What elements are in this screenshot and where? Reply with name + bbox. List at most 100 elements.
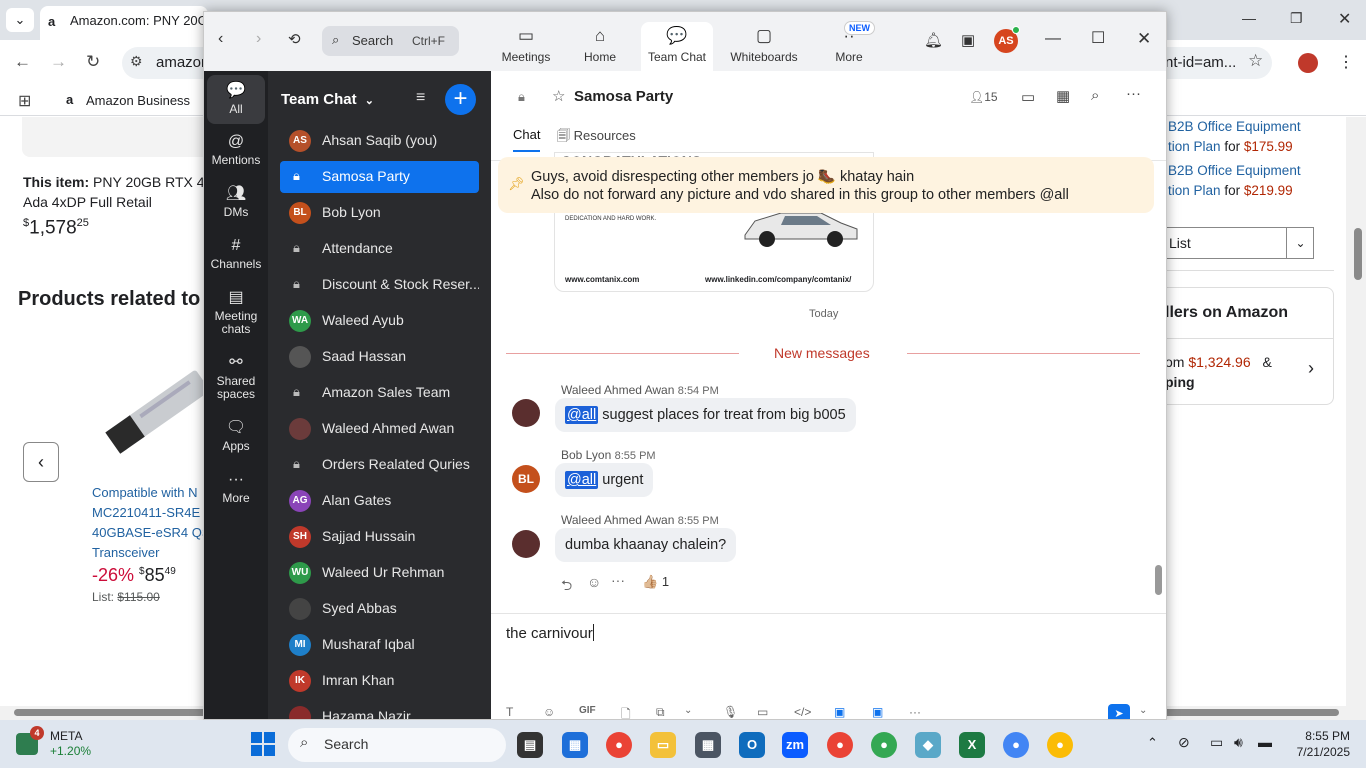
- rail-channels[interactable]: # Channels: [207, 238, 265, 271]
- screenshot-chevron-icon[interactable]: ⌄: [684, 705, 692, 716]
- rail-meeting-chats[interactable]: ▤ Meeting chats: [207, 290, 265, 336]
- calculator-icon[interactable]: ▦: [695, 732, 721, 758]
- chat-list-item[interactable]: AG Alan Gates: [280, 485, 479, 517]
- carousel-prev-icon[interactable]: ‹: [23, 442, 59, 482]
- stock-widget[interactable]: 4 META +1.20%: [16, 726, 91, 761]
- bookmark-amazon-business[interactable]: Amazon Business: [86, 93, 190, 108]
- chat-list-item[interactable]: Waleed Ahmed Awan: [280, 413, 479, 445]
- store-icon[interactable]: ▦: [562, 732, 588, 758]
- bell-icon[interactable]: 🔔︎: [924, 31, 943, 49]
- chrome-profile-4-icon[interactable]: ●: [1003, 732, 1029, 758]
- plan2-link-2[interactable]: tion Plan: [1168, 183, 1221, 198]
- volume-icon[interactable]: 🔊︎: [1234, 734, 1243, 751]
- schedule-icon[interactable]: ▦: [1056, 87, 1070, 105]
- send-button[interactable]: ➤: [1108, 704, 1130, 719]
- windows-start-icon[interactable]: [251, 732, 275, 756]
- rail-shared-spaces[interactable]: ⚯ Shared spaces: [207, 355, 265, 401]
- chat-list-item[interactable]: WU Waleed Ur Rehman: [280, 557, 479, 589]
- code-icon[interactable]: </>: [794, 705, 811, 719]
- mic-icon[interactable]: 🎙︎: [723, 705, 738, 719]
- chat-list-item[interactable]: AS Ahsan Saqib (you): [280, 125, 479, 157]
- avatar[interactable]: [512, 399, 540, 427]
- chrome-menu-icon[interactable]: ⋮: [1338, 52, 1354, 72]
- app-icon-2[interactable]: ▣: [872, 705, 883, 719]
- mention-all[interactable]: @all: [565, 471, 599, 489]
- mention-all[interactable]: @all: [565, 406, 599, 424]
- rail-all[interactable]: 💬 All: [207, 75, 265, 124]
- message-composer[interactable]: the carnivour T ☺ GIF 🗋︎ ⧉ ⌄ 🎙︎ ▭ </> ▣ …: [491, 613, 1166, 719]
- browser-tab-amazon[interactable]: a Amazon.com: PNY 20GB: [40, 6, 208, 40]
- composer-more-icon[interactable]: ···: [909, 705, 921, 719]
- message-bubble[interactable]: @all urgent: [555, 463, 654, 497]
- video-call-icon[interactable]: ▭: [1021, 88, 1035, 106]
- chat-list-item[interactable]: 🔒︎ Amazon Sales Team: [280, 377, 479, 409]
- profile-avatar-icon[interactable]: [1298, 53, 1318, 73]
- file-icon[interactable]: 🗋︎: [621, 705, 631, 719]
- zoom-search-input[interactable]: ⌕ Search Ctrl+F: [322, 26, 459, 56]
- chat-list-item[interactable]: WA Waleed Ayub: [280, 305, 479, 337]
- text-format-icon[interactable]: T: [506, 705, 513, 719]
- nav-whiteboards[interactable]: ▢ Whiteboards: [724, 22, 804, 71]
- members-count[interactable]: 👤︎15: [969, 90, 998, 104]
- rail-more[interactable]: ··· More: [207, 472, 265, 505]
- file-explorer-icon[interactable]: ▭: [650, 732, 676, 758]
- app-icon-1[interactable]: ▣: [834, 705, 845, 719]
- sellers-chevron-icon[interactable]: ›: [1308, 358, 1314, 379]
- channel-search-icon[interactable]: ⌕: [1091, 87, 1099, 104]
- message-bubble[interactable]: @all suggest places for treat from big b…: [555, 398, 856, 432]
- plan1-link-2[interactable]: tion Plan: [1168, 139, 1221, 154]
- bookmark-star-icon[interactable]: ☆: [1248, 51, 1263, 71]
- chat-list-item[interactable]: 🔒︎ Samosa Party: [280, 161, 479, 193]
- excel-icon[interactable]: X: [959, 732, 985, 758]
- chrome-profile-3-icon[interactable]: ●: [871, 732, 897, 758]
- video-message-icon[interactable]: ▭: [757, 705, 768, 719]
- chat-list-item[interactable]: 🔒︎ Attendance: [280, 233, 479, 265]
- history-icon[interactable]: ⟲: [288, 30, 301, 48]
- channel-more-icon[interactable]: ···: [1126, 85, 1141, 102]
- zoom-maximize-icon[interactable]: ☐: [1091, 28, 1105, 48]
- minimize-icon[interactable]: —: [1242, 10, 1256, 26]
- restore-icon[interactable]: ❐: [1290, 10, 1303, 27]
- product-image-transceiver[interactable]: [92, 367, 212, 457]
- avatar[interactable]: BL: [512, 465, 540, 493]
- page-vertical-scroll-thumb[interactable]: [1354, 228, 1362, 280]
- site-info-icon[interactable]: ⚙: [130, 53, 143, 70]
- zoom-close-icon[interactable]: ✕: [1137, 29, 1151, 49]
- forward-icon[interactable]: →: [50, 52, 67, 72]
- battery-icon[interactable]: ▬: [1258, 734, 1272, 750]
- pinned-message[interactable]: 📌︎ Guys, avoid disrespecting other membe…: [498, 157, 1154, 213]
- rail-apps[interactable]: 🗨︎ Apps: [207, 420, 265, 453]
- this-item-title-2[interactable]: Ada 4xDP Full Retail: [23, 194, 152, 210]
- network-icon[interactable]: ⊘: [1178, 734, 1190, 751]
- outlook-icon[interactable]: O: [739, 732, 765, 758]
- zoom-back-icon[interactable]: ‹: [218, 30, 223, 48]
- display-icon[interactable]: ▭: [1210, 734, 1223, 751]
- rail-mentions[interactable]: @ Mentions: [207, 134, 265, 167]
- channel-name[interactable]: Samosa Party: [574, 88, 673, 105]
- apps-grid-icon[interactable]: ⊞: [18, 91, 31, 111]
- plan1-link[interactable]: B2B Office Equipment: [1168, 119, 1301, 134]
- zoom-minimize-icon[interactable]: —: [1045, 30, 1061, 48]
- chat-list-item[interactable]: Syed Abbas: [280, 593, 479, 625]
- gif-icon[interactable]: GIF: [579, 705, 596, 716]
- chat-list-item[interactable]: 🔒︎ Discount & Stock Reser...: [280, 269, 479, 301]
- reply-icon[interactable]: ⮌: [561, 575, 572, 599]
- chat-list-item[interactable]: SH Sajjad Hussain: [280, 521, 479, 553]
- composer-input[interactable]: the carnivour: [506, 624, 594, 642]
- tab-search-chevron-icon[interactable]: ⌄: [6, 8, 34, 32]
- star-icon[interactable]: ☆: [552, 87, 565, 105]
- reaction-chip[interactable]: 👍🏼 1: [642, 574, 669, 590]
- chat-list-item[interactable]: 🔒︎ Orders Realated Quries: [280, 449, 479, 481]
- nav-team-chat[interactable]: 💬 Team Chat: [641, 22, 713, 71]
- nav-meetings[interactable]: ▭ Meetings: [494, 22, 558, 71]
- product-title-link[interactable]: Compatible with N MC2210411-SR4E 40GBASE-e…: [92, 483, 212, 563]
- chat-scroll-thumb[interactable]: [1155, 565, 1162, 595]
- chrome-profile-2-icon[interactable]: ●: [827, 732, 853, 758]
- zoom-forward-icon[interactable]: ›: [256, 30, 261, 48]
- chat-list-item[interactable]: IK Imran Khan: [280, 665, 479, 697]
- chat-list-item[interactable]: MI Musharaf Iqbal: [280, 629, 479, 661]
- taskbar-clock[interactable]: 8:55 PM 7/21/2025: [1294, 729, 1350, 759]
- tab-chat[interactable]: Chat: [513, 127, 541, 152]
- chrome-profile-5-icon[interactable]: ●: [1047, 732, 1073, 758]
- message-bubble[interactable]: dumba khaanay chalein?: [555, 528, 737, 562]
